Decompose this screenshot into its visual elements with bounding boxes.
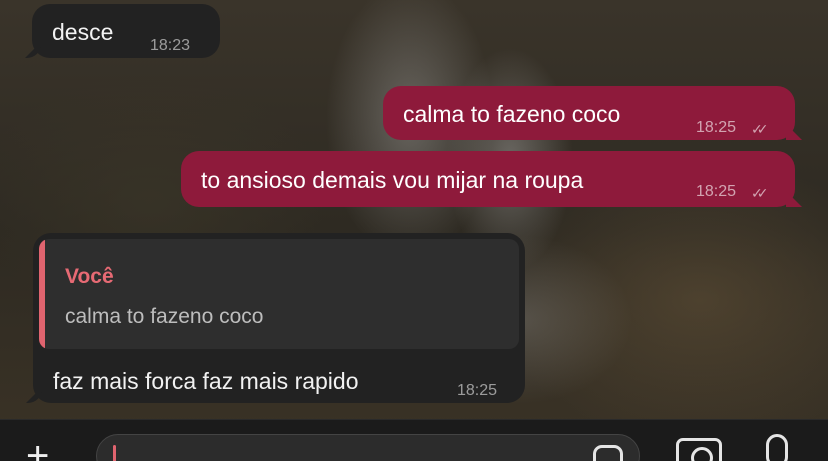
sticker-icon[interactable] bbox=[593, 445, 623, 461]
message-time: 18:25 bbox=[696, 183, 737, 200]
camera-icon[interactable] bbox=[676, 438, 722, 461]
microphone-icon[interactable] bbox=[766, 434, 788, 461]
double-check-icon: ✓✓ bbox=[751, 121, 769, 137]
reply-quote[interactable]: Você calma to fazeno coco bbox=[39, 239, 519, 349]
reply-author: Você bbox=[65, 265, 114, 288]
message-bubble-incoming[interactable]: desce 18:23 bbox=[32, 4, 220, 58]
message-bubble-outgoing[interactable]: calma to fazeno coco 18:25 ✓✓ bbox=[383, 86, 795, 140]
message-time: 18:25 bbox=[457, 382, 498, 399]
message-text: desce bbox=[52, 19, 114, 45]
message-text: calma to fazeno coco bbox=[403, 101, 621, 127]
message-bubble-incoming-reply[interactable]: Você calma to fazeno coco faz mais forca… bbox=[33, 233, 525, 403]
message-bubble-outgoing[interactable]: to ansioso demais vou mijar na roupa 18:… bbox=[181, 151, 795, 207]
message-input[interactable] bbox=[96, 434, 640, 461]
message-input-bar: + bbox=[0, 419, 828, 461]
plus-icon[interactable]: + bbox=[26, 436, 49, 461]
message-time: 18:25 bbox=[696, 119, 737, 136]
message-text: to ansioso demais vou mijar na roupa bbox=[201, 167, 584, 193]
reply-accent-bar bbox=[39, 239, 45, 349]
double-check-icon: ✓✓ bbox=[751, 185, 769, 201]
message-text: faz mais forca faz mais rapido bbox=[53, 368, 359, 394]
text-cursor bbox=[113, 445, 116, 461]
message-time: 18:23 bbox=[150, 37, 191, 54]
reply-text: calma to fazeno coco bbox=[65, 305, 264, 328]
